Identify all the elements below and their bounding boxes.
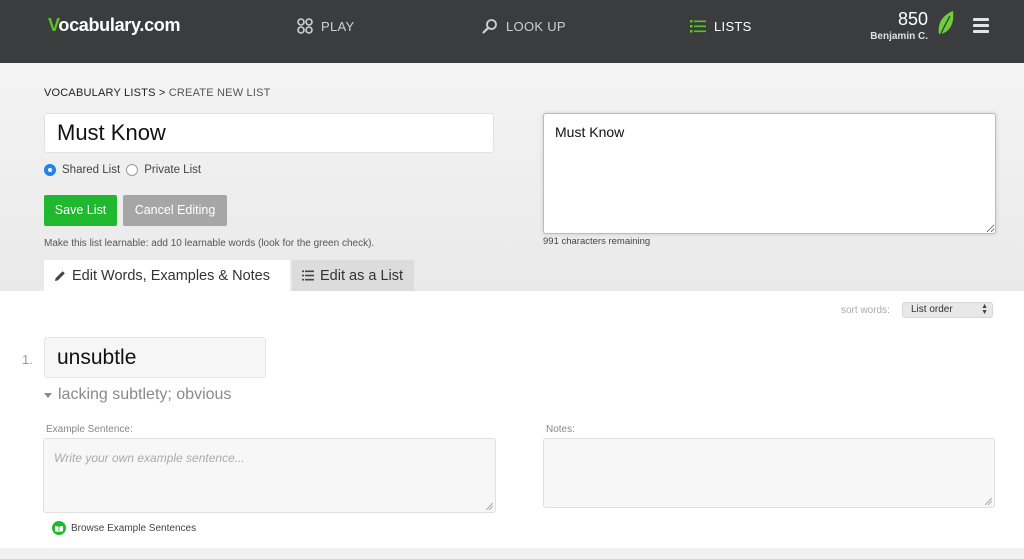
tab-edit-words-label: Edit Words, Examples & Notes xyxy=(72,267,270,284)
logo-v: V xyxy=(48,15,59,35)
private-list-label[interactable]: Private List xyxy=(144,164,201,176)
book-icon xyxy=(52,521,66,535)
breadcrumb-separator: > xyxy=(155,87,169,99)
nav-lists-label: LISTS xyxy=(714,18,752,34)
word-definition[interactable]: lacking subtlety; obvious xyxy=(44,386,231,404)
breadcrumb: VOCABULARY LISTS > CREATE NEW LIST xyxy=(44,87,271,99)
browse-label: Browse Example Sentences xyxy=(71,522,197,534)
caret-down-icon xyxy=(44,392,52,398)
save-list-button[interactable]: Save List xyxy=(44,195,117,226)
select-arrows-icon: ▲ ▼ xyxy=(981,303,988,316)
shared-list-label[interactable]: Shared List xyxy=(62,164,120,176)
leaf-icon xyxy=(937,11,954,41)
bottom-divider xyxy=(0,548,1024,559)
pencil-icon xyxy=(55,270,65,281)
sort-select[interactable]: List order ▲ ▼ xyxy=(902,302,993,318)
example-sentence-label: Example Sentence: xyxy=(46,424,133,435)
nav-lookup[interactable]: LOOK UP xyxy=(482,18,566,34)
learnable-hint: Make this list learnable: add 10 learnab… xyxy=(44,238,375,249)
user-name: Benjamin C. xyxy=(870,31,928,42)
shared-list-radio[interactable] xyxy=(44,164,56,176)
top-nav: Vocabulary.com PLAY LOOK UP LISTS 850 Be… xyxy=(0,0,1024,63)
play-icon xyxy=(297,18,313,34)
sort-label: sort words: xyxy=(841,305,890,316)
cancel-editing-button[interactable]: Cancel Editing xyxy=(123,195,227,226)
sort-selected-value: List order xyxy=(911,304,953,315)
word-number: 1. xyxy=(22,352,33,367)
breadcrumb-parent[interactable]: VOCABULARY LISTS xyxy=(44,87,156,99)
nav-play[interactable]: PLAY xyxy=(297,18,354,34)
list-description-textarea[interactable]: Must Know xyxy=(543,113,996,234)
notes-label: Notes: xyxy=(546,424,575,435)
notes-textarea[interactable] xyxy=(543,438,995,508)
list-icon xyxy=(690,20,706,33)
private-list-radio[interactable] xyxy=(126,164,139,176)
example-placeholder: Write your own example sentence... xyxy=(54,451,245,465)
resize-grip-icon[interactable] xyxy=(985,498,992,505)
visibility-options: Shared List Private List xyxy=(44,164,207,176)
tab-edit-as-list[interactable]: Edit as a List xyxy=(292,260,414,291)
list-lines-icon xyxy=(302,270,314,281)
tab-edit-words[interactable]: Edit Words, Examples & Notes xyxy=(44,260,290,291)
search-icon xyxy=(482,19,497,34)
logo[interactable]: Vocabulary.com xyxy=(48,15,180,36)
resize-grip-icon[interactable] xyxy=(486,503,493,510)
word-input[interactable]: unsubtle xyxy=(44,337,266,378)
characters-remaining: 991 characters remaining xyxy=(543,236,651,247)
user-score[interactable]: 850 Benjamin C. xyxy=(870,9,928,42)
nav-play-label: PLAY xyxy=(321,18,355,34)
logo-text: ocabulary.com xyxy=(58,15,181,35)
list-title-input[interactable] xyxy=(44,113,494,153)
nav-lookup-label: LOOK UP xyxy=(506,18,566,34)
tab-edit-as-list-label: Edit as a List xyxy=(320,267,404,284)
breadcrumb-current: CREATE NEW LIST xyxy=(168,87,271,99)
menu-icon[interactable] xyxy=(973,18,989,36)
definition-text: lacking subtlety; obvious xyxy=(58,386,232,403)
score-value: 850 xyxy=(897,9,928,29)
example-sentence-textarea[interactable]: Write your own example sentence... xyxy=(43,438,496,513)
nav-lists[interactable]: LISTS xyxy=(690,18,752,34)
browse-example-sentences[interactable]: Browse Example Sentences xyxy=(52,521,196,535)
